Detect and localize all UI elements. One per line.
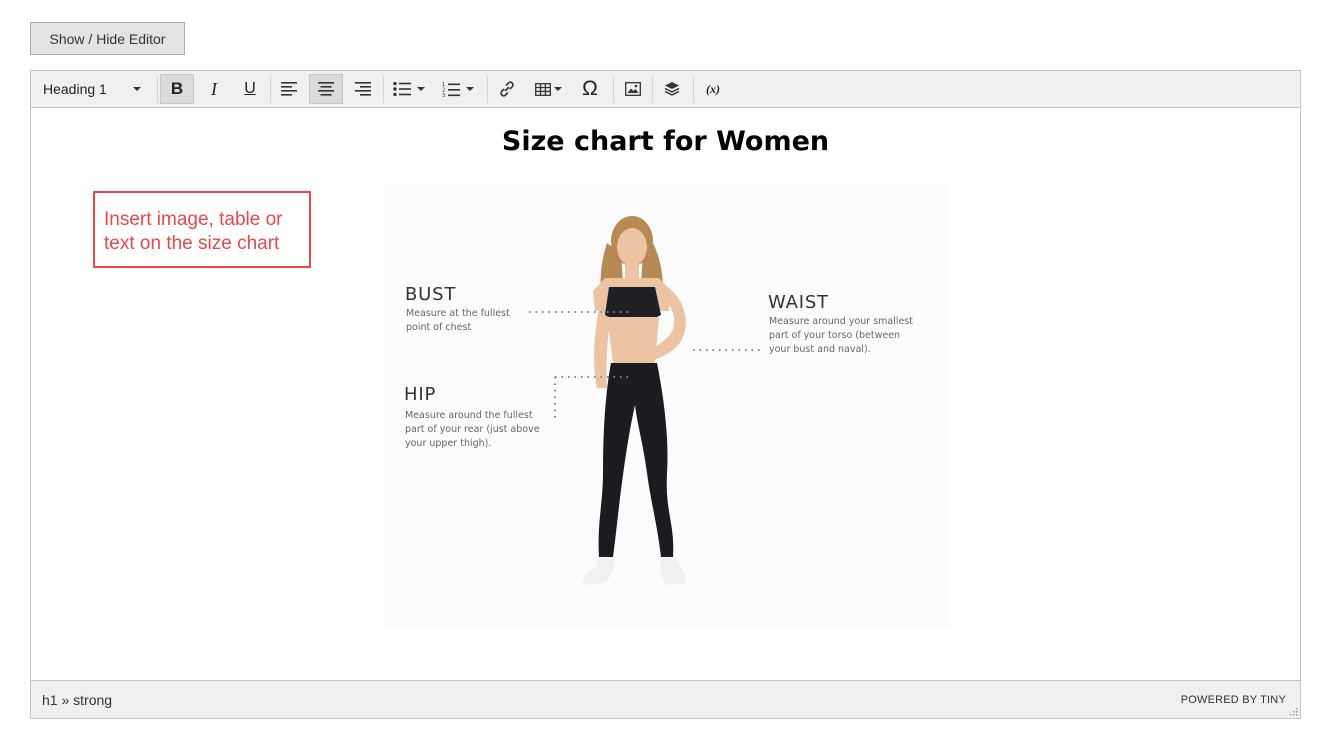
align-right-button[interactable] xyxy=(346,74,380,104)
page-title: Size chart for Women xyxy=(501,126,830,157)
hip-description-line: part of your rear (just above xyxy=(405,424,540,435)
size-chart-callout: Insert image, table or text on the size … xyxy=(93,191,311,268)
editor-content-area[interactable]: Size chart for Women BUST Measure at the… xyxy=(31,108,1300,682)
editor-statusbar: h1 » strong POWERED BY TINY xyxy=(31,680,1300,718)
resize-handle-icon[interactable] xyxy=(1289,707,1298,716)
chevron-down-icon xyxy=(466,87,474,91)
waist-description-line: your bust and naval). xyxy=(769,344,871,355)
link-icon xyxy=(500,81,514,97)
powered-by-link[interactable]: POWERED BY TINY xyxy=(1181,694,1286,706)
bold-button[interactable]: B xyxy=(160,74,194,104)
hip-description-line: your upper thigh). xyxy=(405,438,491,449)
insert-link-button[interactable] xyxy=(490,74,524,104)
table-button[interactable] xyxy=(528,74,568,104)
block-format-value: Heading 1 xyxy=(43,81,107,97)
size-chart-image[interactable]: BUST Measure at the fullest point of che… xyxy=(385,183,950,627)
numbered-list-icon: 123 xyxy=(442,82,460,97)
toolbar-separator xyxy=(693,75,694,103)
editor-toolbar: Heading 1 B I U 123 Ω (x) xyxy=(31,71,1300,108)
toolbar-separator xyxy=(270,75,271,103)
special-character-button[interactable]: Ω xyxy=(573,74,607,104)
chevron-down-icon xyxy=(133,87,141,91)
bullet-list-button[interactable] xyxy=(387,74,431,104)
image-icon xyxy=(625,82,641,96)
layers-icon xyxy=(664,82,680,96)
hip-title: HIP xyxy=(404,384,436,405)
italic-button[interactable]: I xyxy=(197,74,231,104)
insert-variable-button[interactable]: (x) xyxy=(696,74,730,104)
rich-text-editor: Heading 1 B I U 123 Ω (x) Size chart for… xyxy=(30,70,1301,719)
align-right-icon xyxy=(355,82,371,96)
toolbar-separator xyxy=(383,75,384,103)
waist-description-line: part of your torso (between xyxy=(769,330,900,341)
align-center-button[interactable] xyxy=(309,74,343,104)
svg-text:3: 3 xyxy=(442,93,445,97)
bust-title: BUST xyxy=(405,284,456,305)
align-left-icon xyxy=(281,82,297,96)
underline-button[interactable]: U xyxy=(233,74,267,104)
insert-image-button[interactable] xyxy=(616,74,650,104)
block-format-select[interactable]: Heading 1 xyxy=(35,74,149,104)
toolbar-separator xyxy=(613,75,614,103)
table-icon xyxy=(534,82,551,96)
toolbar-separator xyxy=(487,75,488,103)
show-hide-editor-button[interactable]: Show / Hide Editor xyxy=(30,22,185,55)
numbered-list-button[interactable]: 123 xyxy=(436,74,480,104)
element-path[interactable]: h1 » strong xyxy=(42,692,112,708)
chevron-down-icon xyxy=(553,87,562,91)
insert-widget-button[interactable] xyxy=(655,74,689,104)
waist-description-line: Measure around your smallest xyxy=(769,316,913,327)
hip-description-line: Measure around the fullest xyxy=(405,410,533,421)
align-center-icon xyxy=(318,82,334,96)
align-left-button[interactable] xyxy=(273,74,307,104)
chevron-down-icon xyxy=(417,87,425,91)
bullet-list-icon xyxy=(393,82,411,96)
toolbar-separator xyxy=(157,75,158,103)
waist-title: WAIST xyxy=(768,292,829,313)
size-chart-illustration: BUST Measure at the fullest point of che… xyxy=(385,183,950,627)
toolbar-separator xyxy=(652,75,653,103)
bust-description-line: point of chest xyxy=(406,322,471,333)
bust-description-line: Measure at the fullest xyxy=(406,308,510,319)
